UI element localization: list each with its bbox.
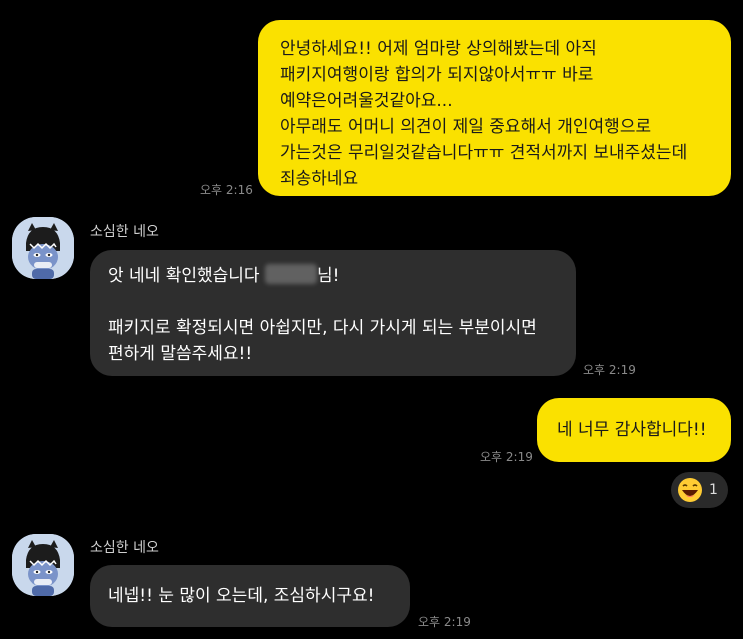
incoming-message-bubble[interactable]: 네넵!! 눈 많이 오는데, 조심하시구요! [90, 565, 410, 627]
neo-character-icon [12, 534, 74, 596]
message-line: 아무래도 어머니 의견이 제일 중요해서 개인여행으로 [280, 117, 652, 137]
message-line: 죄송하네요 [280, 169, 359, 189]
sender-name: 소심한 네오 [90, 224, 159, 240]
outgoing-message-bubble[interactable]: 네 너무 감사합니다!! [537, 398, 731, 462]
message-text: 앗 네네 확인했습니다 [108, 266, 260, 286]
grinning-emoji-icon [678, 478, 702, 502]
outgoing-message-bubble[interactable]: 안녕하세요!! 어제 엄마랑 상의해봤는데 아직 패키지여행이랑 합의가 되지않… [258, 20, 731, 196]
message-line: 가는것은 무리일것같습니다ㅠㅠ 견적서까지 보내주셨는데 [280, 143, 688, 163]
incoming-message-bubble[interactable]: 앗 네네 확인했습니다 님! 패키지로 확정되시면 아쉽지만, 다시 가시게 되… [90, 250, 576, 376]
message-timestamp: 오후 2:19 [583, 363, 636, 377]
message-line: 안녕하세요!! 어제 엄마랑 상의해봤는데 아직 [280, 39, 597, 59]
message-text: 네넵!! 눈 많이 오는데, 조심하시구요! [108, 586, 375, 606]
message-text: 님! [316, 266, 340, 286]
message-line: 예약은어려울것같아요... [280, 91, 453, 111]
neo-character-icon [12, 217, 74, 279]
message-line: 패키지로 확정되시면 아쉽지만, 다시 가시게 되는 부분이시면 [108, 318, 537, 338]
sender-avatar[interactable] [12, 534, 74, 596]
sender-avatar[interactable] [12, 217, 74, 279]
sender-name: 소심한 네오 [90, 540, 159, 556]
message-line: 편하게 말씀주세요!! [108, 344, 253, 364]
message-line: 패키지여행이랑 합의가 되지않아서ㅠㅠ 바로 [280, 65, 594, 85]
message-timestamp: 오후 2:19 [480, 450, 533, 464]
message-text: 네 너무 감사합니다!! [557, 420, 707, 440]
message-line: 앗 네네 확인했습니다 님! [108, 263, 558, 289]
message-timestamp: 오후 2:16 [200, 183, 253, 197]
reaction-count: 1 [709, 482, 718, 498]
redacted-name [264, 264, 317, 284]
reaction-badge[interactable]: 1 [671, 472, 728, 508]
message-timestamp: 오후 2:19 [418, 615, 471, 629]
